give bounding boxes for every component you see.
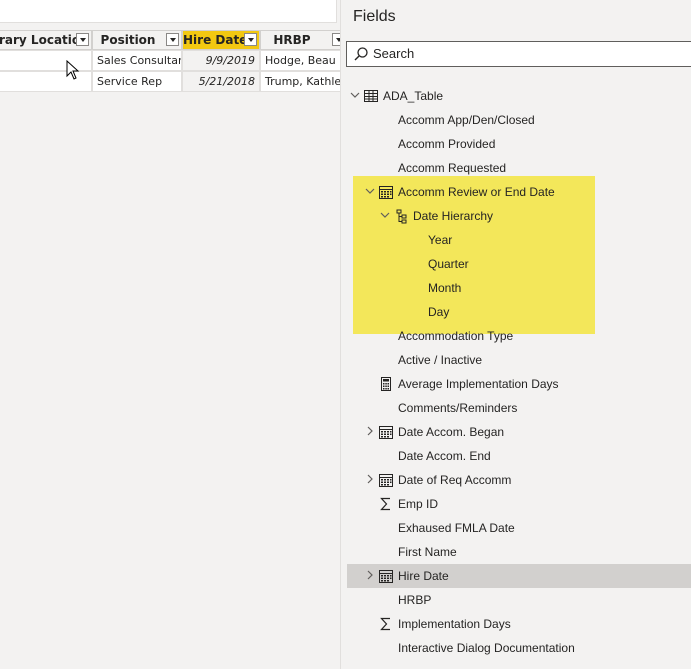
mouse-cursor-icon	[66, 60, 80, 80]
table-cell[interactable]: 9/9/2019	[182, 50, 260, 71]
calendar-icon	[379, 570, 393, 583]
table-name: ADA_Table	[383, 89, 444, 103]
field-label: Accomm Provided	[398, 137, 496, 151]
chevron-right-icon[interactable]	[364, 468, 376, 492]
sigma-icon	[380, 497, 390, 511]
chevron-down-icon[interactable]	[379, 204, 391, 228]
field-item[interactable]: Accomm Provided	[347, 132, 691, 156]
filter-dropdown-icon[interactable]	[244, 33, 257, 46]
search-icon	[354, 47, 368, 61]
field-label: Comments/Reminders	[398, 401, 518, 415]
table-node-ada-table[interactable]: ADA_Table	[347, 84, 691, 108]
field-label: Emp ID	[398, 497, 439, 511]
field-item[interactable]: Active / Inactive	[347, 348, 691, 372]
fields-pane: Fields ADA_Table Accomm App/Den/Closed Ac…	[340, 0, 691, 669]
field-label: Date Accom. End	[398, 449, 491, 463]
table-icon	[364, 90, 378, 102]
calendar-icon	[379, 426, 393, 439]
field-item[interactable]: Implementation Days	[347, 612, 691, 636]
chevron-down-icon[interactable]	[349, 84, 361, 108]
field-label: Average Implementation Days	[398, 377, 559, 391]
field-item[interactable]: Exhaused FMLA Date	[347, 516, 691, 540]
field-item[interactable]: Accomm Review or End Date	[347, 180, 691, 204]
table-cell[interactable]: Sales Consultant	[92, 50, 182, 71]
field-label: Accomm Requested	[398, 161, 507, 175]
field-item[interactable]: Average Implementation Days	[347, 372, 691, 396]
calendar-icon	[379, 186, 393, 199]
table-cell[interactable]: Service Rep	[92, 71, 182, 92]
field-label: First Name	[398, 545, 457, 559]
field-item[interactable]: First Name	[347, 540, 691, 564]
filter-dropdown-icon[interactable]	[166, 33, 179, 46]
column-header-hire-date[interactable]: Hire Date	[182, 30, 260, 50]
field-item[interactable]: Month	[347, 276, 691, 300]
column-header-position[interactable]: Position	[92, 30, 182, 50]
top-strip	[0, 0, 337, 23]
column-header-library-location[interactable]: rary Location	[0, 30, 92, 50]
field-item[interactable]: Interactive Dialog Documentation	[347, 636, 691, 660]
field-label: Accomm Review or End Date	[398, 185, 555, 199]
field-item[interactable]: Quarter	[347, 252, 691, 276]
field-item[interactable]: Hire Date	[347, 564, 691, 588]
field-item[interactable]: Accommodation Type	[347, 324, 691, 348]
field-label: Month	[428, 281, 462, 295]
field-label: Date Accom. Began	[398, 425, 505, 439]
calendar-icon	[379, 474, 393, 487]
field-item[interactable]: Accomm Requested	[347, 156, 691, 180]
data-view: rary Location Position Hire Date HRBP Sa…	[0, 0, 342, 669]
hierarchy-icon	[396, 209, 407, 224]
search-input[interactable]	[371, 45, 655, 62]
field-label: Day	[428, 305, 450, 319]
sigma-icon	[380, 617, 390, 631]
column-header-hrbp[interactable]: HRBP	[260, 30, 342, 50]
field-label: Date of Req Accomm	[398, 473, 512, 487]
table-cell[interactable]: 5/21/2018	[182, 71, 260, 92]
calculator-icon	[381, 377, 391, 391]
field-label: Quarter	[428, 257, 469, 271]
field-label: Date Hierarchy	[413, 209, 494, 223]
field-label: Implementation Days	[398, 617, 511, 631]
field-item[interactable]: Emp ID	[347, 492, 691, 516]
chevron-down-icon[interactable]	[364, 180, 376, 204]
field-label: Hire Date	[398, 569, 449, 583]
field-label: Active / Inactive	[398, 353, 483, 367]
pane-title: Fields	[353, 8, 396, 25]
field-label: Year	[428, 233, 453, 247]
chevron-right-icon[interactable]	[364, 420, 376, 444]
table-cell[interactable]: Trump, Kathleen	[260, 71, 342, 92]
field-label: Accommodation Type	[398, 329, 514, 343]
field-item[interactable]: Date Hierarchy	[347, 204, 691, 228]
field-item[interactable]: Date Accom. End	[347, 444, 691, 468]
search-box[interactable]	[346, 41, 691, 67]
table-cell[interactable]: Hodge, Beau	[260, 50, 342, 71]
field-item[interactable]: Day	[347, 300, 691, 324]
field-item[interactable]: Accomm App/Den/Closed	[347, 108, 691, 132]
field-label: Interactive Dialog Documentation	[398, 641, 575, 655]
field-item[interactable]: Date of Req Accomm	[347, 468, 691, 492]
field-item[interactable]: Date Accom. Began	[347, 420, 691, 444]
field-label: Accomm App/Den/Closed	[398, 113, 535, 127]
field-item[interactable]: Comments/Reminders	[347, 396, 691, 420]
field-item[interactable]: Year	[347, 228, 691, 252]
field-item[interactable]: HRBP	[347, 588, 691, 612]
filter-dropdown-icon[interactable]	[76, 33, 89, 46]
chevron-right-icon[interactable]	[364, 564, 376, 588]
field-label: Exhaused FMLA Date	[398, 521, 515, 535]
field-label: HRBP	[398, 593, 432, 607]
